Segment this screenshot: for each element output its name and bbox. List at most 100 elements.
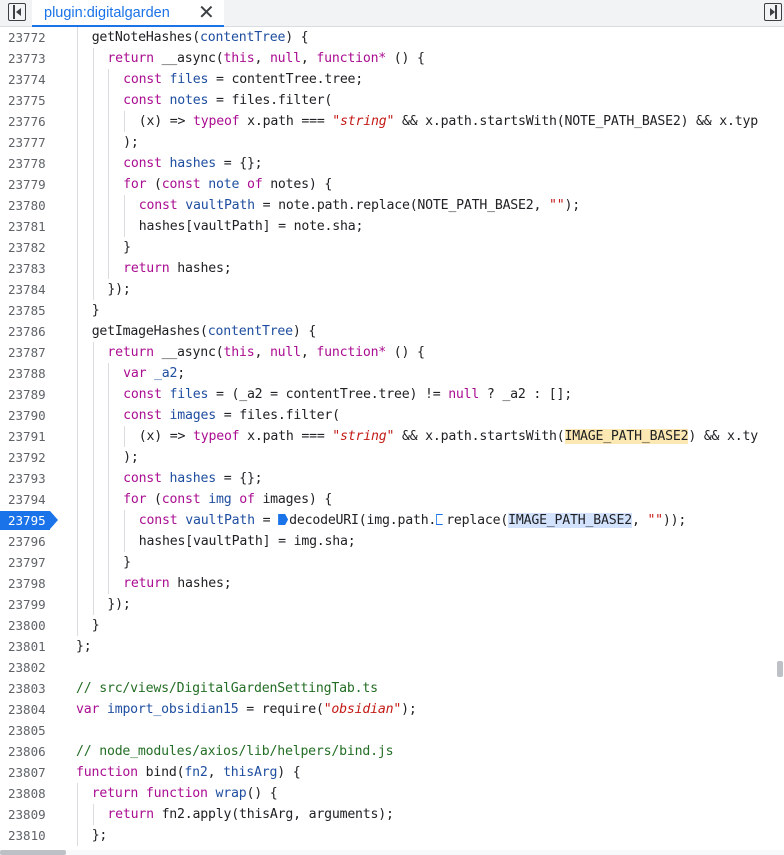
code-text: (x) => typeof x.path === "string" && x.p… bbox=[139, 426, 758, 447]
horizontal-scrollbar[interactable] bbox=[0, 850, 784, 855]
line-number[interactable]: 23796 bbox=[0, 531, 56, 552]
line-number[interactable]: 23785 bbox=[0, 300, 56, 321]
vertical-scroll-thumb[interactable] bbox=[777, 661, 783, 677]
line-number[interactable]: 23776 bbox=[0, 111, 56, 132]
line-number[interactable]: 23802 bbox=[0, 657, 56, 678]
code-line: 23803 // src/views/DigitalGardenSettingTa… bbox=[0, 678, 784, 699]
code-token: x.path === bbox=[239, 114, 333, 129]
indent-guide bbox=[92, 384, 94, 405]
indent-guide bbox=[77, 195, 78, 216]
line-number[interactable]: 23783 bbox=[0, 258, 56, 279]
line-number[interactable]: 23777 bbox=[0, 132, 56, 153]
line-number[interactable]: 23780 bbox=[0, 195, 56, 216]
code-token: getNoteHashes( bbox=[91, 30, 201, 45]
line-number[interactable]: 23810 bbox=[0, 825, 56, 846]
line-number[interactable]: 23788 bbox=[0, 363, 56, 384]
code-line: 23774 const files = contentTree.tree; bbox=[0, 69, 784, 90]
indent-guide bbox=[77, 594, 78, 615]
line-number[interactable]: 23778 bbox=[0, 153, 56, 174]
close-icon[interactable]: ✕ bbox=[198, 2, 215, 24]
line-number[interactable]: 23784 bbox=[0, 279, 56, 300]
code-token: = bbox=[254, 513, 279, 528]
indent-guide bbox=[92, 552, 94, 573]
code-line: 23808 return function wrap() { bbox=[0, 783, 784, 804]
line-number[interactable]: 23786 bbox=[0, 321, 56, 342]
code-token: (x) => bbox=[138, 429, 193, 444]
inline-breakpoint-icon[interactable] bbox=[278, 514, 289, 525]
indent-guide bbox=[92, 447, 94, 468]
indent-guide bbox=[108, 195, 110, 216]
line-number[interactable]: 23782 bbox=[0, 237, 56, 258]
code-token: "obsidian" bbox=[323, 702, 402, 717]
code-token: return bbox=[123, 576, 170, 591]
line-number[interactable]: 23772 bbox=[0, 27, 56, 48]
code-text: hashes[vaultPath] = img.sha; bbox=[139, 531, 356, 552]
panel-right-icon[interactable] bbox=[764, 3, 782, 21]
code-text: }; bbox=[92, 825, 108, 846]
code-line: 23779 for (const note of notes) { bbox=[0, 174, 784, 195]
code-token: , bbox=[300, 51, 317, 66]
code-token: = contentTree.tree; bbox=[208, 72, 364, 87]
line-number[interactable]: 23774 bbox=[0, 69, 56, 90]
code-line: 23805 bbox=[0, 720, 784, 741]
code-line: 23788 var _a2; bbox=[0, 363, 784, 384]
line-number[interactable]: 23805 bbox=[0, 720, 56, 741]
indent-guide bbox=[92, 426, 94, 447]
breakpoint-line-number[interactable]: 23795 bbox=[0, 510, 58, 531]
line-number[interactable]: 23781 bbox=[0, 216, 56, 237]
vertical-scrollbar[interactable] bbox=[776, 27, 784, 850]
code-token: ); bbox=[564, 198, 581, 213]
indent-guide bbox=[108, 132, 110, 153]
code-text: }); bbox=[107, 279, 130, 300]
indent-guide bbox=[124, 216, 126, 237]
line-number[interactable]: 23801 bbox=[0, 636, 56, 657]
line-number[interactable]: 23790 bbox=[0, 405, 56, 426]
line-number[interactable]: 23797 bbox=[0, 552, 56, 573]
code-token: img bbox=[208, 492, 232, 507]
indent-guide bbox=[92, 342, 94, 363]
line-number[interactable]: 23793 bbox=[0, 468, 56, 489]
code-editor[interactable]: 23772 getNoteHashes(contentTree) {23773 re… bbox=[0, 27, 784, 850]
line-number[interactable]: 23800 bbox=[0, 615, 56, 636]
line-number[interactable]: 23799 bbox=[0, 594, 56, 615]
line-number[interactable]: 23773 bbox=[0, 48, 56, 69]
line-number[interactable]: 23779 bbox=[0, 174, 56, 195]
line-number[interactable]: 23798 bbox=[0, 573, 56, 594]
code-text: return hashes; bbox=[123, 258, 232, 279]
inline-breakpoint-marker-icon[interactable] bbox=[436, 514, 446, 525]
line-number[interactable]: 23794 bbox=[0, 489, 56, 510]
code-line: 23804 var import_obsidian15 = require("ob… bbox=[0, 699, 784, 720]
line-number[interactable]: 23804 bbox=[0, 699, 56, 720]
line-number[interactable]: 23803 bbox=[0, 678, 56, 699]
line-number[interactable]: 23789 bbox=[0, 384, 56, 405]
code-line: 23776 (x) => typeof x.path === "string" &… bbox=[0, 111, 784, 132]
indent-guide bbox=[92, 573, 94, 594]
code-token: var bbox=[76, 702, 100, 717]
line-number[interactable]: 23808 bbox=[0, 783, 56, 804]
line-number[interactable]: 23791 bbox=[0, 426, 56, 447]
indent-guide bbox=[92, 174, 94, 195]
code-token: function bbox=[145, 786, 208, 801]
line-number[interactable]: 23775 bbox=[0, 90, 56, 111]
code-token: vaultPath bbox=[185, 513, 255, 528]
line-number[interactable]: 23809 bbox=[0, 804, 56, 825]
code-token: } bbox=[123, 240, 131, 255]
code-token: "" bbox=[549, 198, 565, 213]
horizontal-scroll-thumb[interactable] bbox=[0, 850, 66, 855]
tab-plugin-digitalgarden[interactable]: plugin:digitalgarden ✕ bbox=[32, 0, 224, 27]
line-number[interactable]: 23792 bbox=[0, 447, 56, 468]
indent-guide bbox=[108, 363, 110, 384]
code-token: const bbox=[123, 408, 162, 423]
code-token: this bbox=[223, 51, 255, 66]
indent-guide bbox=[108, 405, 110, 426]
code-token: ; bbox=[177, 366, 186, 381]
code-token: const bbox=[138, 513, 178, 528]
panel-left-icon[interactable] bbox=[8, 3, 26, 21]
code-line: 23778 const hashes = {}; bbox=[0, 153, 784, 174]
code-token: files bbox=[169, 387, 209, 402]
line-number[interactable]: 23787 bbox=[0, 342, 56, 363]
line-number[interactable]: 23806 bbox=[0, 741, 56, 762]
line-number[interactable]: 23807 bbox=[0, 762, 56, 783]
code-token: return bbox=[107, 51, 154, 66]
